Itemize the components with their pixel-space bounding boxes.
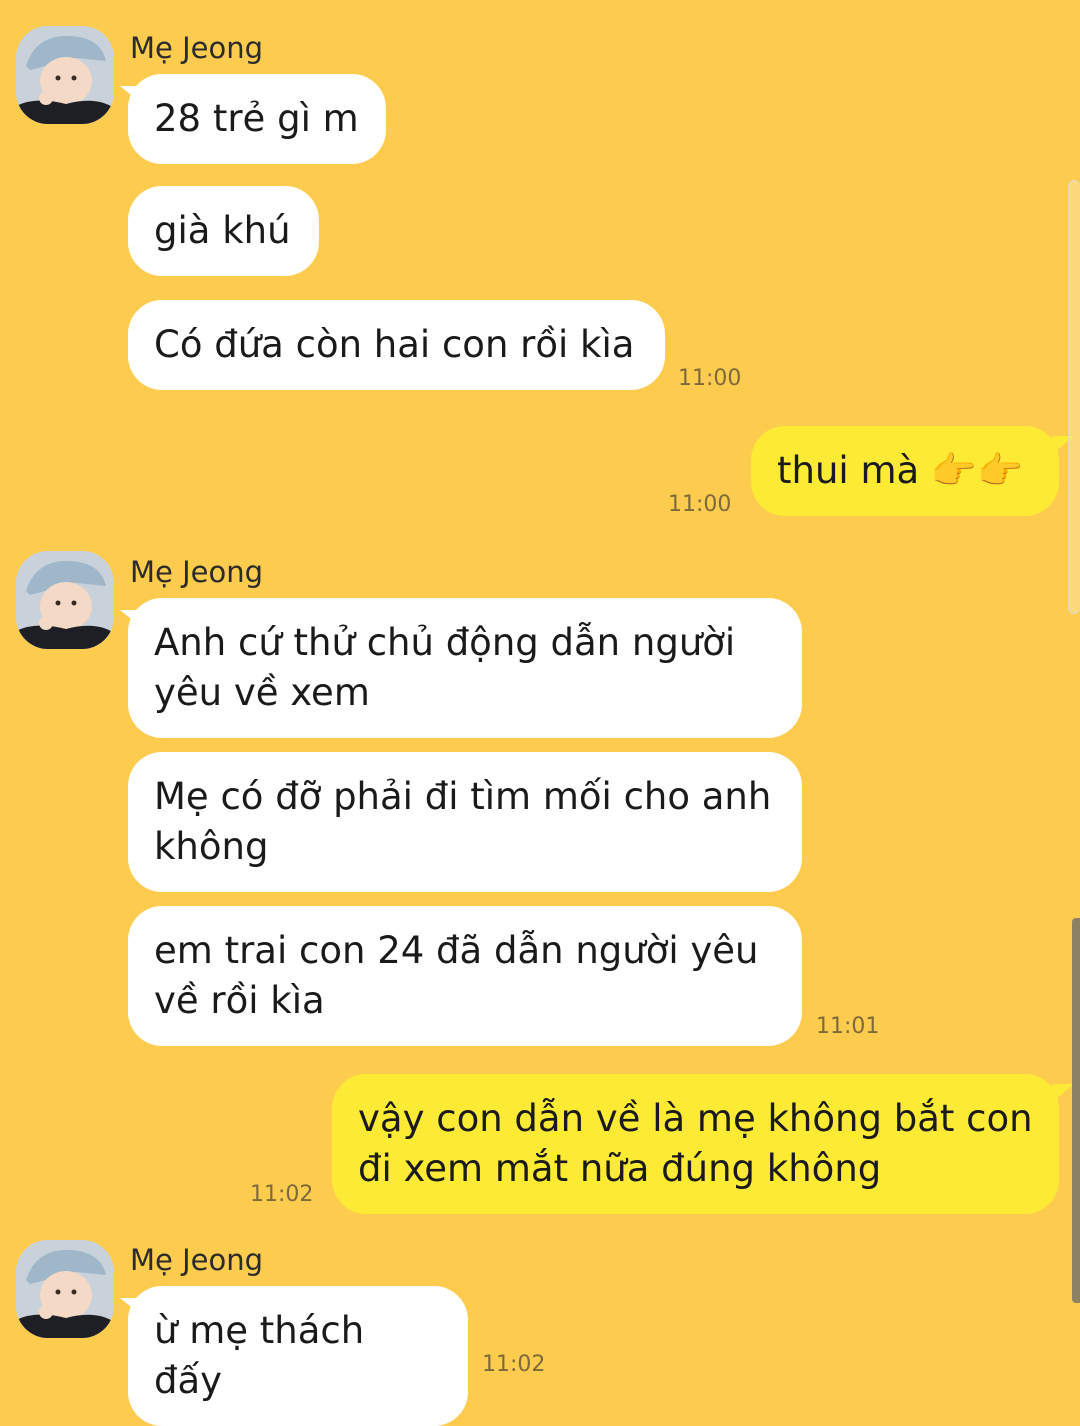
message-timestamp: 11:01 bbox=[816, 1014, 880, 1039]
incoming-message[interactable]: 28 trẻ gì m bbox=[128, 74, 386, 164]
bubble-tail bbox=[1052, 1084, 1074, 1102]
incoming-message[interactable]: ừ mẹ thách đấy bbox=[128, 1286, 468, 1426]
incoming-message[interactable]: Anh cứ thử chủ động dẫn người yêu về xem bbox=[128, 598, 802, 738]
incoming-message[interactable]: Mẹ có đỡ phải đi tìm mối cho anh không bbox=[128, 752, 802, 892]
message-timestamp: 11:02 bbox=[250, 1182, 314, 1207]
outgoing-message[interactable]: vậy con dẫn về là mẹ không bắt con đi xe… bbox=[332, 1074, 1059, 1214]
sender-name: Mẹ Jeong bbox=[130, 1243, 264, 1277]
scrollbar-thumb[interactable] bbox=[1072, 918, 1080, 1303]
sender-name: Mẹ Jeong bbox=[130, 555, 264, 589]
message-timestamp: 11:00 bbox=[668, 492, 732, 517]
outgoing-message[interactable]: thui mà 👉👉 bbox=[751, 426, 1059, 516]
sender-name: Mẹ Jeong bbox=[130, 31, 264, 65]
baby-photo-icon bbox=[16, 26, 114, 124]
baby-photo-icon bbox=[16, 1240, 114, 1338]
incoming-message[interactable]: em trai con 24 đã dẫn người yêu về rồi k… bbox=[128, 906, 802, 1046]
sender-avatar[interactable] bbox=[16, 551, 114, 649]
sender-avatar[interactable] bbox=[16, 26, 114, 124]
scrollbar-track[interactable] bbox=[1068, 180, 1080, 614]
sender-avatar[interactable] bbox=[16, 1240, 114, 1338]
chat-view[interactable]: Mẹ Jeong 28 trẻ gì m già khú Có đứa còn … bbox=[0, 0, 1080, 1426]
incoming-message[interactable]: Có đứa còn hai con rồi kìa bbox=[128, 300, 665, 390]
message-timestamp: 11:00 bbox=[678, 366, 742, 391]
baby-photo-icon bbox=[16, 551, 114, 649]
message-timestamp: 11:02 bbox=[482, 1352, 546, 1377]
incoming-message[interactable]: già khú bbox=[128, 186, 319, 276]
